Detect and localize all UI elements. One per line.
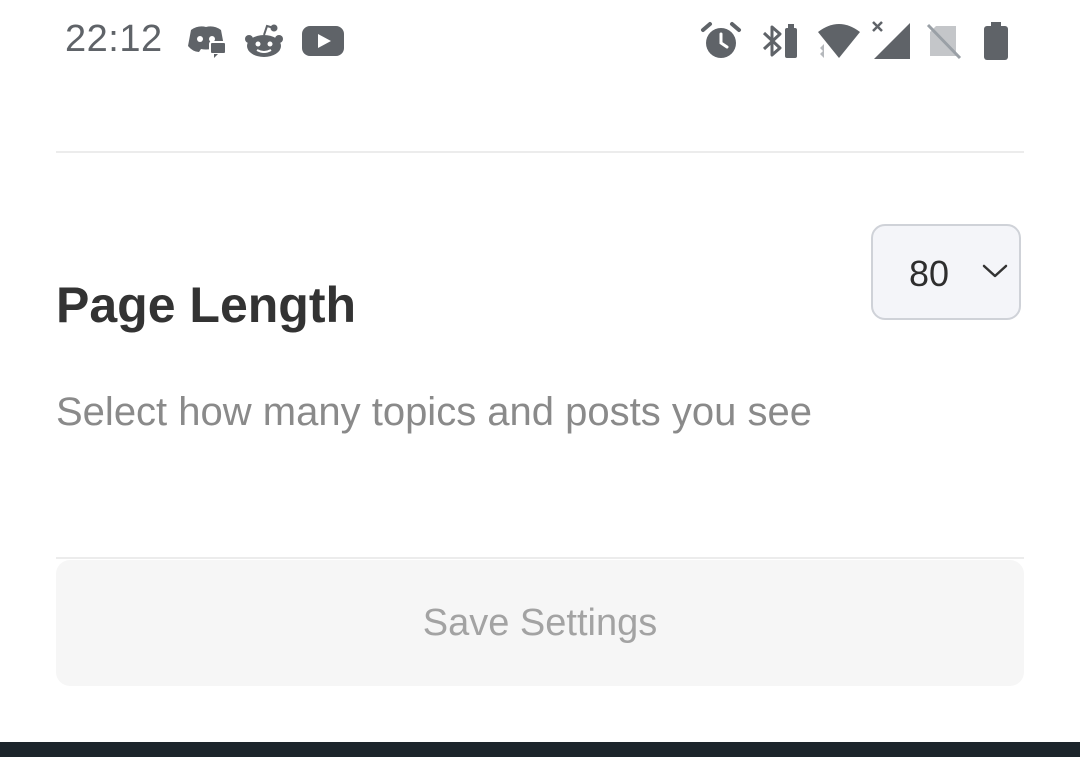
reddit-icon (244, 22, 284, 60)
bottom-divider (56, 557, 1024, 559)
page-length-title: Page Length (56, 277, 357, 333)
no-sim-icon (926, 22, 962, 60)
battery-icon (982, 22, 1010, 60)
top-divider (56, 151, 1024, 153)
page-length-select-value: 80 (909, 253, 950, 294)
bluetooth-battery-icon (760, 22, 800, 60)
status-time: 22:12 (65, 18, 163, 60)
alarm-icon (700, 22, 742, 60)
chevron-down-icon (981, 262, 1009, 285)
settings-screen: 22:12 Page Length 80 Select how many top… (0, 0, 1080, 757)
page-length-description: Select how many topics and posts you see (56, 390, 812, 434)
page-length-select[interactable]: 80 (871, 224, 1021, 320)
discord-icon (186, 22, 226, 60)
youtube-icon (301, 22, 345, 60)
cellular-signal-icon (870, 21, 912, 60)
save-settings-button[interactable]: Save Settings (56, 560, 1024, 686)
wifi-icon (816, 22, 862, 60)
navigation-bar (0, 742, 1080, 757)
status-bar: 22:12 (0, 0, 1080, 84)
